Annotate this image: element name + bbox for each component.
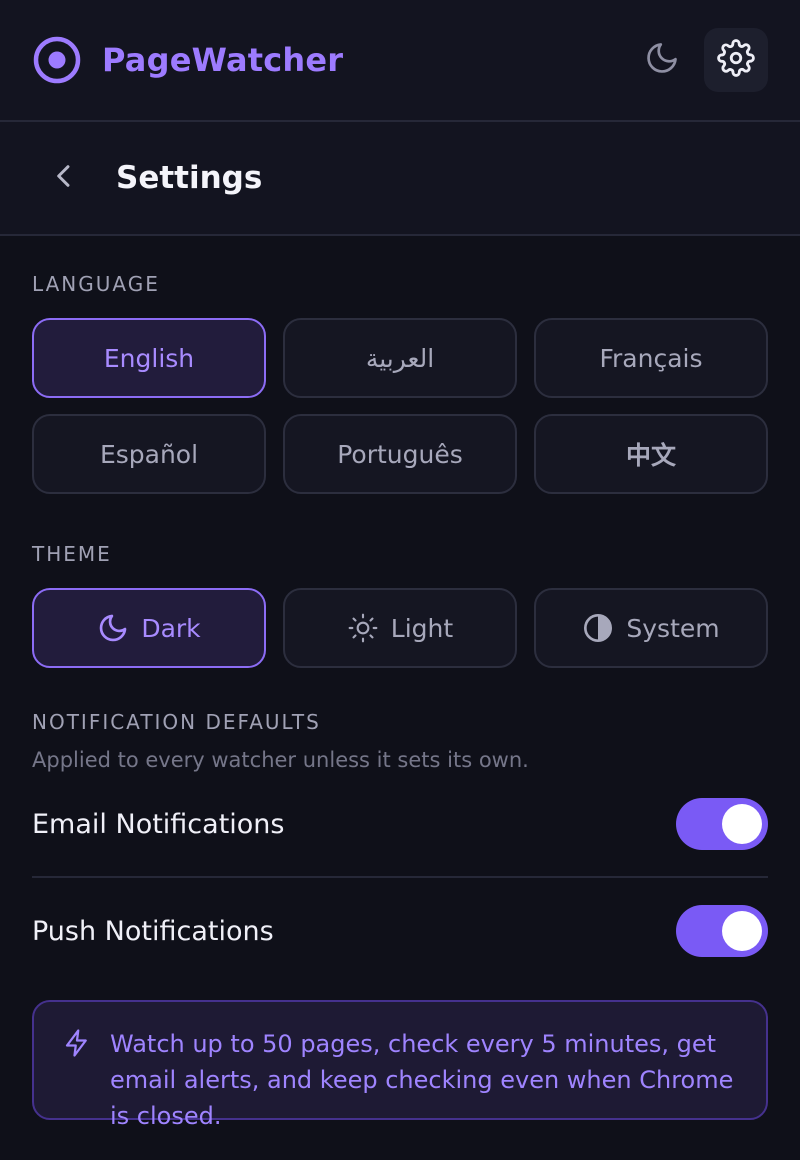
- theme-option-dark[interactable]: Dark: [32, 588, 266, 668]
- push-notifications-row: Push Notifications: [32, 878, 768, 984]
- language-option-chinese[interactable]: 中文: [534, 414, 768, 494]
- language-option-french[interactable]: Français: [534, 318, 768, 398]
- email-notifications-row: Email Notifications: [32, 772, 768, 878]
- page-title: Settings: [116, 160, 263, 196]
- push-notifications-toggle[interactable]: [676, 905, 768, 957]
- language-option-portuguese[interactable]: Português: [283, 414, 517, 494]
- chevron-left-icon: [48, 160, 80, 196]
- push-notifications-label: Push Notifications: [32, 915, 274, 947]
- theme-option-system[interactable]: System: [534, 588, 768, 668]
- language-section-label: LANGUAGE: [32, 272, 160, 296]
- language-option-arabic[interactable]: العربية: [283, 318, 517, 398]
- language-option-english[interactable]: English: [32, 318, 266, 398]
- promo-text: Watch up to 50 pages, check every 5 minu…: [110, 1030, 734, 1130]
- app-header: PageWatcher: [0, 0, 800, 122]
- theme-section-label: THEME: [32, 542, 112, 566]
- app-title: PageWatcher: [102, 41, 344, 79]
- theme-option-label: Dark: [141, 613, 201, 643]
- gear-icon: [717, 39, 755, 81]
- moon-icon: [644, 40, 680, 80]
- settings-panel: PageWatcher Settings LANGUAGE English ال…: [0, 0, 800, 1160]
- email-notifications-toggle[interactable]: [676, 798, 768, 850]
- upgrade-promo-banner[interactable]: Watch up to 50 pages, check every 5 minu…: [32, 1000, 768, 1130]
- settings-button[interactable]: [704, 28, 768, 92]
- language-option-label: 中文: [625, 441, 676, 470]
- language-option-label: العربية: [365, 343, 435, 373]
- moon-icon: [97, 612, 129, 644]
- theme-toggle-button[interactable]: [636, 34, 688, 86]
- language-options: English العربية Français Español Portugu…: [32, 318, 768, 494]
- language-option-label: Español: [99, 439, 199, 469]
- theme-option-label: Light: [390, 613, 454, 643]
- language-option-label: English: [103, 343, 195, 373]
- notification-section-label: NOTIFICATION DEFAULTS: [32, 710, 321, 734]
- settings-subheader: Settings: [0, 122, 800, 236]
- radio-target-icon: [32, 35, 82, 85]
- toggle-knob: [722, 911, 762, 951]
- settings-content: LANGUAGE English العربية Français Españo…: [0, 272, 800, 1130]
- language-option-label: Français: [599, 343, 703, 373]
- lightning-icon: [62, 1028, 92, 1058]
- back-button[interactable]: [32, 146, 96, 210]
- toggle-knob: [722, 804, 762, 844]
- half-circle-icon: [582, 612, 614, 644]
- theme-option-label: System: [626, 613, 720, 643]
- language-option-label: Português: [337, 439, 463, 469]
- theme-options: Dark Light System: [32, 588, 768, 668]
- sun-icon: [347, 612, 379, 644]
- email-notifications-label: Email Notifications: [32, 808, 285, 840]
- language-option-spanish[interactable]: Español: [32, 414, 266, 494]
- notification-section-subtitle: Applied to every watcher unless it sets …: [32, 748, 529, 772]
- theme-option-light[interactable]: Light: [283, 588, 517, 668]
